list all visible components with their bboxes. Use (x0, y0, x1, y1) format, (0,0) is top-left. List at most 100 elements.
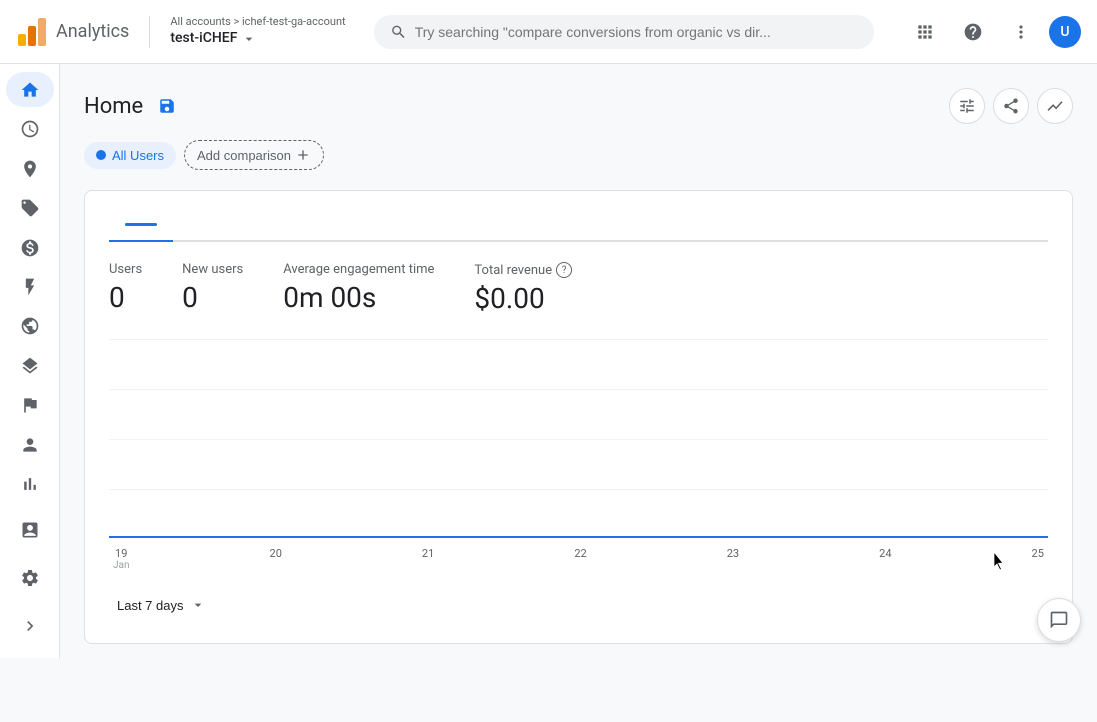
sidebar-item-home[interactable] (6, 72, 54, 107)
all-users-segment[interactable]: All Users (84, 142, 176, 169)
avatar[interactable]: U (1049, 16, 1081, 48)
account-breadcrumb: All accounts > ichef-test-ga-account (170, 14, 345, 29)
globe-icon (20, 316, 40, 336)
flag-icon (20, 395, 40, 415)
sidebar-item-tags[interactable] (6, 190, 54, 225)
chart-svg (109, 339, 1048, 539)
help-button[interactable] (953, 12, 993, 52)
metric-revenue-value: $0.00 (474, 282, 572, 315)
metrics-row: Users 0 New users 0 Average engagement t… (109, 262, 1048, 315)
sidebar-item-explore[interactable] (6, 151, 54, 186)
sidebar-item-flags[interactable] (6, 388, 54, 423)
x-label-19: 19 Jan (113, 547, 129, 571)
share-button[interactable] (993, 88, 1029, 124)
account-info: All accounts > ichef-test-ga-account tes… (170, 14, 345, 49)
settings-icon (20, 568, 40, 588)
metric-engagement-label: Average engagement time (283, 262, 434, 277)
compare-dates-button[interactable] (1037, 88, 1073, 124)
sidebar-expand-button[interactable] (6, 602, 54, 650)
main-content: Home All Users Add comparison (60, 64, 1097, 684)
x-label-20: 20 (270, 547, 282, 571)
x-label-23: 23 (727, 547, 739, 571)
header-divider (149, 16, 150, 48)
person-search-icon (20, 435, 40, 455)
sidebar-bottom (6, 506, 54, 650)
segment-label: All Users (112, 148, 164, 163)
add-comparison-button[interactable]: Add comparison (184, 140, 324, 170)
metric-users-label: Users (109, 262, 142, 277)
share-icon (1002, 97, 1020, 115)
metric-new-users-value: 0 (182, 281, 243, 314)
home-icon (20, 80, 40, 100)
dollar-icon (20, 238, 40, 258)
segment-dot (96, 150, 106, 160)
tab-line-chart[interactable] (109, 215, 173, 242)
customize-icon (958, 97, 976, 115)
analytics-logo[interactable]: Analytics (16, 16, 129, 48)
metric-revenue: Total revenue ? $0.00 (474, 262, 572, 315)
x-label-22: 22 (574, 547, 586, 571)
clock-icon (20, 119, 40, 139)
comparison-bar: All Users Add comparison (84, 140, 1073, 170)
save-to-library-button[interactable] (151, 90, 183, 122)
app-name: Analytics (56, 21, 129, 42)
bolt-icon (20, 277, 40, 297)
search-bar[interactable] (374, 15, 874, 49)
metric-users: Users 0 (109, 262, 142, 315)
analytics-icon (20, 520, 40, 540)
chat-button[interactable] (1037, 598, 1081, 642)
sidebar-item-globe[interactable] (6, 309, 54, 344)
sidebar-item-audience[interactable] (6, 427, 54, 462)
chevron-down-icon (241, 31, 257, 47)
save-icon (158, 97, 176, 115)
more-vert-icon (1011, 22, 1031, 42)
sidebar-item-realtime[interactable] (6, 269, 54, 304)
apps-button[interactable] (905, 12, 945, 52)
metric-new-users: New users 0 (182, 262, 243, 315)
more-button[interactable] (1001, 12, 1041, 52)
layers-icon (20, 356, 40, 376)
bottom-bar: Last 7 days (109, 591, 1048, 619)
sidebar-item-revenue[interactable] (6, 230, 54, 265)
chart-tabs (109, 215, 1048, 242)
compare-icon (1046, 97, 1064, 115)
date-range-button[interactable]: Last 7 days (109, 591, 214, 619)
chart-grid (109, 339, 1048, 539)
header-actions: U (905, 12, 1081, 52)
search-input[interactable] (415, 24, 858, 40)
add-icon (295, 147, 311, 163)
sidebar-item-dashboard[interactable] (6, 348, 54, 383)
bar-chart-icon (20, 474, 40, 494)
customize-report-button[interactable] (949, 88, 985, 124)
sidebar-item-admin[interactable] (6, 554, 54, 602)
metric-new-users-label: New users (182, 262, 243, 277)
metric-engagement: Average engagement time 0m 00s (283, 262, 434, 315)
sidebar (0, 64, 60, 658)
x-label-24: 24 (879, 547, 891, 571)
tag-icon (20, 198, 40, 218)
header: Analytics All accounts > ichef-test-ga-a… (0, 0, 1097, 64)
help-icon (963, 22, 983, 42)
explore-icon (20, 159, 40, 179)
metric-engagement-value: 0m 00s (283, 281, 434, 314)
metric-revenue-label: Total revenue ? (474, 262, 572, 278)
page-title: Home (84, 94, 143, 119)
expand-icon (20, 616, 40, 636)
account-name[interactable]: test-iCHEF (170, 29, 345, 49)
add-comparison-label: Add comparison (197, 148, 291, 163)
revenue-help-icon[interactable]: ? (556, 262, 572, 278)
sidebar-item-barchart[interactable] (6, 467, 54, 502)
chat-icon (1049, 610, 1069, 630)
page-header: Home (84, 88, 1073, 124)
sidebar-item-explore-bottom[interactable] (6, 506, 54, 554)
date-range-label: Last 7 days (117, 598, 184, 613)
x-label-25: 25 (1032, 547, 1044, 571)
dropdown-icon (190, 597, 206, 613)
metric-users-value: 0 (109, 281, 142, 314)
chart-card: Users 0 New users 0 Average engagement t… (84, 190, 1073, 644)
chart-area: 19 Jan 20 21 22 23 24 (109, 339, 1048, 579)
page-title-row: Home (84, 90, 183, 122)
sidebar-item-reports[interactable] (6, 111, 54, 146)
page-actions (949, 88, 1073, 124)
search-icon (390, 23, 407, 41)
